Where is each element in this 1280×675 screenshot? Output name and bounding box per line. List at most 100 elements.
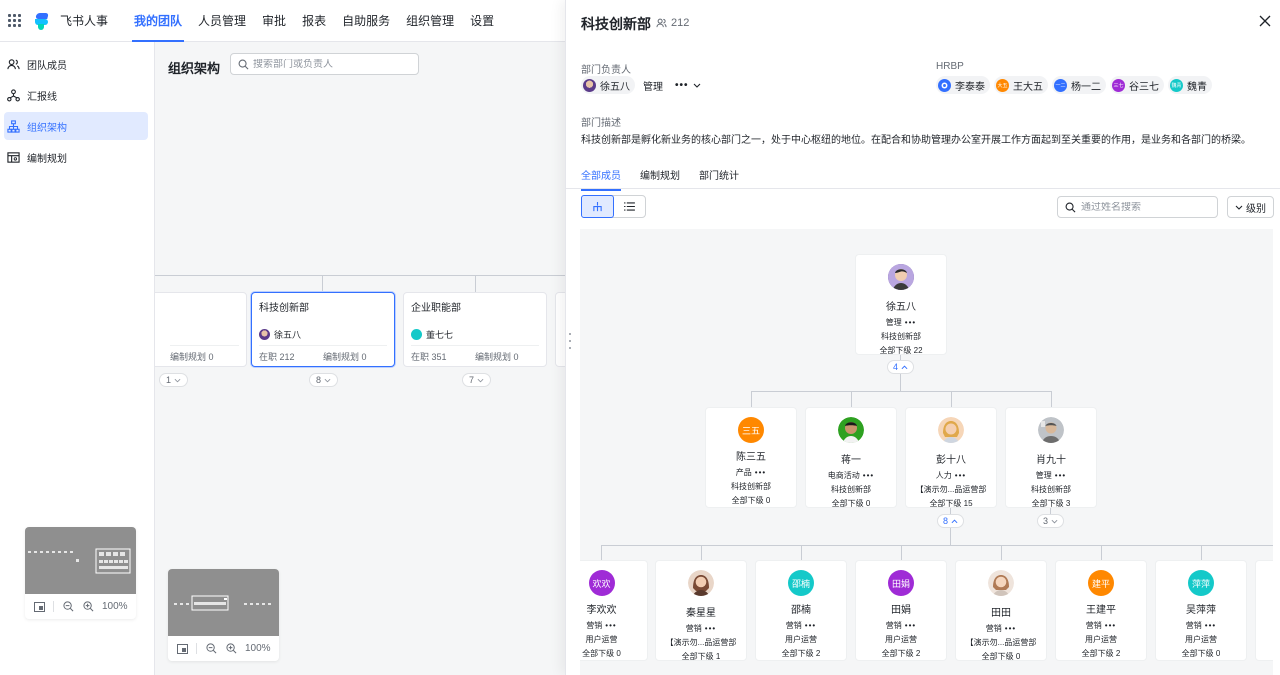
close-icon[interactable]	[1258, 14, 1272, 28]
nav-tab-approval[interactable]: 审批	[254, 0, 294, 42]
person-card[interactable]: 秦星星 营销 ••• 【演示勿...品运营部 全部下级 1	[655, 560, 747, 661]
expand-pill[interactable]: 4	[887, 360, 915, 374]
level-filter-label: 级别	[1246, 203, 1266, 215]
dept-card-partial[interactable]: 编制规划 0	[155, 292, 247, 367]
org-connector-line	[601, 545, 602, 560]
dept-card-tech-innovation[interactable]: 科技创新部 徐五八 在职 212 编制规划 0	[251, 292, 395, 367]
member-search-box[interactable]	[1057, 196, 1218, 218]
list-view-button[interactable]	[614, 196, 645, 217]
hrbp-chip[interactable]: 一二 杨一二	[1052, 76, 1106, 94]
minimap-preview[interactable]	[168, 569, 279, 636]
hrbp-chip[interactable]: 三七 谷三七	[1110, 76, 1164, 94]
avatar: 一二	[1054, 78, 1067, 92]
org-canvas[interactable]: 组织架构 编制规划 0 1 科技创新部 徐五八 在职 212	[155, 42, 565, 675]
zoom-out-icon[interactable]	[205, 643, 217, 655]
hrbp-label: HRBP	[936, 61, 964, 72]
more-icon[interactable]: •••	[905, 318, 916, 327]
tab-all-members[interactable]: 全部成员	[581, 163, 621, 191]
more-icon[interactable]: •••	[955, 471, 966, 480]
dept-head-row: 徐五八 管理 •••	[581, 76, 701, 94]
more-icon[interactable]: •••	[1105, 621, 1116, 630]
hrbp-chip[interactable]: 大五 王大五	[994, 76, 1048, 94]
avatar: 邵楠	[788, 570, 814, 596]
nav-tab-org-management[interactable]: 组织管理	[398, 0, 462, 42]
expand-pill[interactable]: 8	[937, 514, 965, 528]
dept-expand-pill[interactable]: 8	[309, 373, 339, 387]
more-icon[interactable]: •••	[605, 621, 616, 630]
person-card[interactable]: 建平 王建平 营销 ••• 用户运营 全部下级 2	[1055, 560, 1147, 661]
person-subordinates: 全部下级 2	[781, 649, 821, 658]
minimap-thumbnail[interactable]: 100%	[25, 527, 136, 619]
zoom-out-icon[interactable]	[62, 601, 74, 613]
dept-head-chip[interactable]: 徐五八	[581, 76, 635, 94]
dept-expand-pill[interactable]: 1	[159, 373, 189, 387]
nav-tab-people[interactable]: 人员管理	[190, 0, 254, 42]
more-icon[interactable]: •••	[863, 471, 874, 480]
person-card[interactable]: 彭十八 人力 ••• 【演示勿...品运营部 全部下级 15	[905, 407, 997, 508]
person-card[interactable]: 田娟 田娟 营销 ••• 用户运营 全部下级 2	[855, 560, 947, 661]
zoom-in-icon[interactable]	[225, 643, 237, 655]
org-connector-line	[901, 545, 902, 560]
more-icon[interactable]: •••	[675, 80, 689, 91]
avatar	[1038, 417, 1064, 443]
more-icon[interactable]: •••	[705, 624, 716, 633]
minimap-thumbnail[interactable]: 100%	[168, 569, 279, 661]
more-icon[interactable]: •••	[755, 468, 766, 477]
person-card-partial[interactable]	[1255, 560, 1273, 661]
chevron-down-icon[interactable]	[693, 83, 701, 88]
more-icon[interactable]: •••	[1005, 624, 1016, 633]
dept-expand-pill[interactable]: 7	[462, 373, 492, 387]
hrbp-list: 李泰泰 大五 王大五 一二 杨一二 三七 谷三七 魏青 魏青	[936, 76, 1216, 94]
sidebar-item-report-line[interactable]: 汇报线	[4, 81, 148, 109]
more-icon[interactable]: •••	[1055, 471, 1066, 480]
member-count-value: 212	[671, 17, 690, 29]
person-card[interactable]: 三五 陈三五 产品 ••• 科技创新部 全部下级 0	[705, 407, 797, 508]
nav-tab-self-service[interactable]: 自助服务	[334, 0, 398, 42]
person-card[interactable]: 邵楠 邵楠 营销 ••• 用户运营 全部下级 2	[755, 560, 847, 661]
person-card[interactable]: 萍萍 吴萍萍 营销 ••• 用户运营 全部下级 0	[1155, 560, 1247, 661]
more-icon[interactable]: •••	[905, 621, 916, 630]
person-card[interactable]: 蒋一 电商活动 ••• 科技创新部 全部下级 0	[805, 407, 897, 508]
member-org-chart[interactable]: 徐五八 管理 ••• 科技创新部 全部下级 22 4 三五 陈三五 产品 ••• 科…	[580, 229, 1273, 675]
person-card[interactable]: 欢欢 李欢欢 营销 ••• 用户运营 全部下级 0	[580, 560, 648, 661]
hrbp-chip[interactable]: 魏青 魏青	[1168, 76, 1212, 94]
more-icon[interactable]: •••	[805, 621, 816, 630]
dept-head-role: 管理	[643, 81, 663, 93]
person-subordinates: 全部下级 0	[582, 649, 621, 658]
dept-search-input[interactable]	[253, 58, 413, 70]
sidebar-item-team-members[interactable]: 团队成员	[4, 50, 148, 78]
avatar	[688, 570, 714, 596]
zoom-in-icon[interactable]	[82, 601, 94, 613]
member-search-input[interactable]	[1081, 201, 1211, 213]
minimap-preview[interactable]	[25, 527, 136, 594]
level-filter-button[interactable]: 级别	[1227, 196, 1274, 218]
drawer-resize-handle[interactable]	[568, 333, 572, 349]
nav-tab-reports[interactable]: 报表	[294, 0, 334, 42]
person-name: 王大五	[1013, 81, 1043, 93]
sidebar-item-headcount-plan[interactable]: 编制规划	[4, 143, 148, 171]
person-card[interactable]: 田田 营销 ••• 【演示勿...品运营部 全部下级 0	[955, 560, 1047, 661]
dept-search-box[interactable]	[230, 53, 419, 75]
sidebar-item-org-chart[interactable]: 组织架构	[4, 112, 148, 140]
tab-dept-stats[interactable]: 部门统计	[699, 163, 739, 188]
expand-pill[interactable]: 3	[1037, 514, 1065, 528]
dept-card-partial[interactable]	[555, 292, 565, 367]
nav-tab-settings[interactable]: 设置	[462, 0, 502, 42]
page-title: 组织架构	[168, 61, 221, 76]
org-connector-line	[1201, 545, 1202, 560]
org-connector-line	[900, 374, 901, 391]
app-grid-icon[interactable]	[8, 13, 22, 28]
person-card[interactable]: 肖九十 管理 ••• 科技创新部 全部下级 3	[1005, 407, 1097, 508]
dept-head: 董七七	[411, 328, 453, 341]
dept-card-corporate-functions[interactable]: 企业职能部 董七七 在职 351 编制规划 0	[403, 292, 547, 367]
tree-view-button[interactable]	[581, 195, 614, 218]
tab-headcount-plan[interactable]: 编制规划	[640, 163, 680, 188]
nav-tab-my-team[interactable]: 我的团队	[126, 0, 190, 42]
hrbp-chip[interactable]: 李泰泰	[936, 76, 990, 94]
avatar	[938, 417, 964, 443]
fit-screen-icon[interactable]	[33, 601, 45, 613]
dept-head: 徐五八	[259, 328, 301, 341]
fit-screen-icon[interactable]	[176, 643, 188, 655]
person-card-root[interactable]: 徐五八 管理 ••• 科技创新部 全部下级 22	[855, 254, 947, 355]
more-icon[interactable]: •••	[1205, 621, 1216, 630]
